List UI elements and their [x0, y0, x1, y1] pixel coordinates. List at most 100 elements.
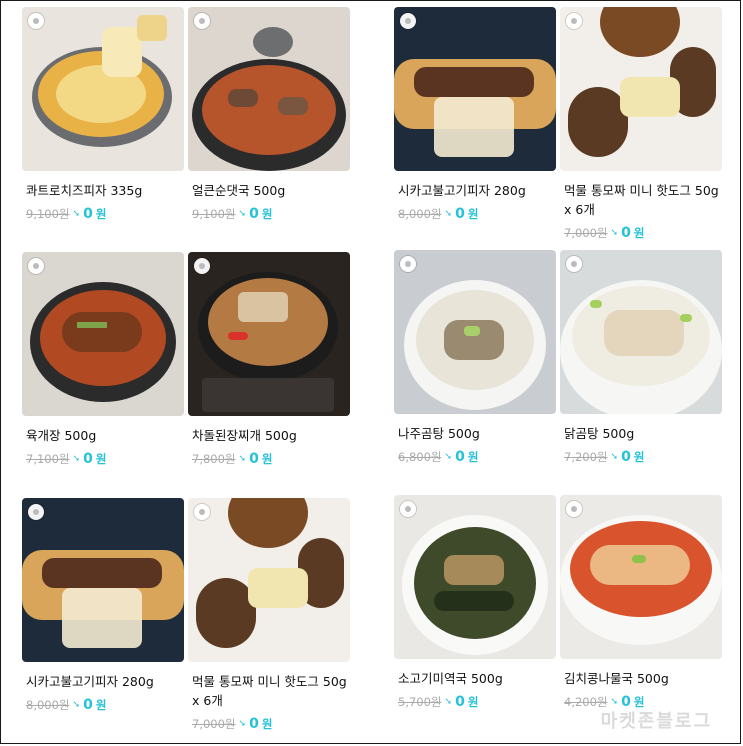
arrow-right-icon: ➘ [610, 452, 619, 462]
product-group-4: 나주곰탕 500g 6,800원 ➘ 0 원 닭곰탕 500g 7,200원 ➘ [394, 250, 722, 465]
product-card[interactable]: 닭곰탕 500g 7,200원 ➘ 0 원 [560, 250, 722, 465]
product-card[interactable]: 시카고불고기피자 280g 8,000원 ➘ 0 원 [22, 498, 184, 732]
bulgogi-pizza-image [394, 7, 556, 171]
original-price: 8,000원 [398, 207, 442, 221]
original-price: 8,000원 [26, 698, 70, 712]
currency-unit: 원 [467, 450, 479, 464]
currency-unit: 원 [261, 452, 273, 466]
sale-price: 0 [249, 716, 259, 732]
chicken-soup-image [560, 250, 722, 414]
select-radio[interactable] [28, 13, 44, 29]
product-group-2: 시카고불고기피자 280g 8,000원 ➘ 0 원 먹물 통모짜 미니 핫도그… [394, 7, 722, 241]
blog-watermark: 마켓존블로그 [600, 711, 712, 732]
product-grid-frame: 콰트로치즈피자 335g 9,100원 ➘ 0 원 얼큰순댓국 500g 9,1… [0, 0, 741, 744]
original-price: 7,100원 [26, 452, 70, 466]
currency-unit: 원 [633, 450, 645, 464]
select-radio[interactable] [400, 13, 416, 29]
product-card[interactable]: 나주곰탕 500g 6,800원 ➘ 0 원 [394, 250, 556, 465]
product-name: 나주곰탕 500g [398, 426, 480, 441]
seaweed-soup-image [394, 495, 556, 659]
sale-price: 0 [621, 449, 631, 465]
product-name: 먹물 통모짜 미니 핫도그 50g x 6개 [192, 674, 347, 708]
product-price: 9,100원 ➘ 0 원 [188, 206, 350, 222]
yukgaejang-image [22, 252, 184, 416]
product-name: 육개장 500g [26, 428, 97, 443]
sale-price: 0 [455, 206, 465, 222]
original-price: 9,100원 [26, 207, 70, 221]
select-radio[interactable] [566, 256, 582, 272]
original-price: 9,100원 [192, 207, 236, 221]
product-card[interactable]: 육개장 500g 7,100원 ➘ 0 원 [22, 252, 184, 467]
product-price: 7,800원 ➘ 0 원 [188, 451, 350, 467]
arrow-right-icon: ➘ [444, 209, 453, 219]
product-card[interactable]: 얼큰순댓국 500g 9,100원 ➘ 0 원 [188, 7, 350, 222]
hotdog-image [188, 498, 350, 662]
select-radio[interactable] [194, 258, 210, 274]
product-price: 5,700원 ➘ 0 원 [394, 694, 556, 710]
product-group-1: 콰트로치즈피자 335g 9,100원 ➘ 0 원 얼큰순댓국 500g 9,1… [22, 7, 350, 222]
currency-unit: 원 [261, 717, 273, 731]
kimchi-sprout-soup-image [560, 495, 722, 659]
sale-price: 0 [83, 697, 93, 713]
product-group-3: 육개장 500g 7,100원 ➘ 0 원 차돌된장찌개 500g 7,800원… [22, 252, 350, 467]
sale-price: 0 [83, 451, 93, 467]
arrow-right-icon: ➘ [238, 719, 247, 729]
select-radio[interactable] [28, 258, 44, 274]
product-price: 9,100원 ➘ 0 원 [22, 206, 184, 222]
product-name: 시카고불고기피자 280g [398, 183, 526, 198]
arrow-right-icon: ➘ [610, 697, 619, 707]
arrow-right-icon: ➘ [444, 452, 453, 462]
product-card[interactable]: 먹물 통모짜 미니 핫도그 50g x 6개 7,000원 ➘ 0 원 [560, 7, 722, 241]
product-name: 김치콩나물국 500g [564, 671, 669, 686]
sundae-soup-image [188, 7, 350, 171]
sale-price: 0 [621, 225, 631, 241]
product-price: 7,000원 ➘ 0 원 [188, 716, 350, 732]
sale-price: 0 [455, 694, 465, 710]
select-radio[interactable] [28, 504, 44, 520]
original-price: 6,800원 [398, 450, 442, 464]
bulgogi-pizza-image [22, 498, 184, 662]
hotdog-image [560, 7, 722, 171]
original-price: 7,000원 [564, 226, 608, 240]
sale-price: 0 [455, 449, 465, 465]
original-price: 5,700원 [398, 695, 442, 709]
product-name: 닭곰탕 500g [564, 426, 635, 441]
arrow-right-icon: ➘ [72, 454, 81, 464]
product-card[interactable]: 차돌된장찌개 500g 7,800원 ➘ 0 원 [188, 252, 350, 467]
product-name: 콰트로치즈피자 335g [26, 183, 143, 198]
product-group-5: 시카고불고기피자 280g 8,000원 ➘ 0 원 먹물 통모짜 미니 핫도그… [22, 498, 350, 732]
cheese-pizza-image [22, 7, 184, 171]
product-name: 소고기미역국 500g [398, 671, 503, 686]
currency-unit: 원 [261, 207, 273, 221]
product-card[interactable]: 시카고불고기피자 280g 8,000원 ➘ 0 원 [394, 7, 556, 241]
product-group-6: 소고기미역국 500g 5,700원 ➘ 0 원 김치콩나물국 500g 4,2… [394, 495, 722, 710]
select-radio[interactable] [566, 13, 582, 29]
currency-unit: 원 [95, 698, 107, 712]
product-card[interactable]: 소고기미역국 500g 5,700원 ➘ 0 원 [394, 495, 556, 710]
product-card[interactable]: 콰트로치즈피자 335g 9,100원 ➘ 0 원 [22, 7, 184, 222]
arrow-right-icon: ➘ [72, 700, 81, 710]
currency-unit: 원 [633, 226, 645, 240]
arrow-right-icon: ➘ [610, 228, 619, 238]
doenjang-stew-image [188, 252, 350, 416]
sale-price: 0 [83, 206, 93, 222]
product-card[interactable]: 김치콩나물국 500g 4,200원 ➘ 0 원 [560, 495, 722, 710]
select-radio[interactable] [400, 256, 416, 272]
product-price: 7,100원 ➘ 0 원 [22, 451, 184, 467]
select-radio[interactable] [566, 501, 582, 517]
product-price: 7,200원 ➘ 0 원 [560, 449, 722, 465]
arrow-right-icon: ➘ [238, 454, 247, 464]
product-name: 얼큰순댓국 500g [192, 183, 286, 198]
original-price: 7,800원 [192, 452, 236, 466]
product-price: 7,000원 ➘ 0 원 [560, 225, 722, 241]
select-radio[interactable] [400, 501, 416, 517]
select-radio[interactable] [194, 504, 210, 520]
sale-price: 0 [249, 451, 259, 467]
select-radio[interactable] [194, 13, 210, 29]
sale-price: 0 [249, 206, 259, 222]
arrow-right-icon: ➘ [238, 209, 247, 219]
product-card[interactable]: 먹물 통모짜 미니 핫도그 50g x 6개 7,000원 ➘ 0 원 [188, 498, 350, 732]
product-price: 8,000원 ➘ 0 원 [394, 206, 556, 222]
gomtang-image [394, 250, 556, 414]
product-price: 6,800원 ➘ 0 원 [394, 449, 556, 465]
